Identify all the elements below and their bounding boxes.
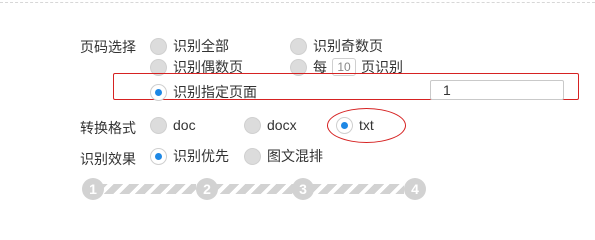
radio-docx[interactable]: docx: [244, 116, 297, 134]
radio-txt[interactable]: txt: [336, 116, 374, 134]
radio-odd-pages[interactable]: 识别奇数页: [290, 37, 383, 55]
radio-doc[interactable]: doc: [150, 116, 196, 134]
step-connector: [98, 184, 196, 194]
specified-pages-input[interactable]: [430, 80, 564, 100]
radio-button[interactable]: [290, 37, 307, 55]
radio-mixed-layout[interactable]: 图文混排: [244, 147, 323, 165]
option-label: doc: [173, 117, 196, 133]
option-label: 识别指定页面: [173, 84, 257, 100]
option-label: docx: [267, 117, 297, 133]
step-4-indicator: 4: [404, 178, 426, 200]
progress-stepper: 1 2 3 4: [80, 178, 430, 200]
radio-all-pages[interactable]: 识别全部: [150, 37, 229, 55]
radio-recognition-first[interactable]: 识别优先: [150, 147, 229, 165]
step-3-indicator: 3: [292, 178, 314, 200]
step-1-indicator: 1: [82, 178, 104, 200]
option-label: 识别全部: [173, 38, 229, 54]
radio-button[interactable]: [150, 116, 167, 134]
radio-button[interactable]: [150, 37, 167, 55]
radio-button[interactable]: [244, 116, 261, 134]
radio-button-checked[interactable]: [150, 83, 167, 101]
option-label: txt: [359, 117, 374, 133]
top-divider: [0, 2, 595, 3]
option-label: 识别奇数页: [313, 38, 383, 54]
step-connector: [312, 184, 404, 194]
radio-button-checked[interactable]: [150, 147, 167, 165]
radio-button[interactable]: [244, 147, 261, 165]
page-range-label: 页码选择: [80, 39, 136, 55]
recognition-label: 识别效果: [80, 151, 136, 167]
step-2-indicator: 2: [196, 178, 218, 200]
format-label: 转换格式: [80, 120, 136, 136]
option-label: 图文混排: [267, 148, 323, 164]
radio-specified-pages[interactable]: 识别指定页面: [150, 83, 257, 101]
radio-button-checked[interactable]: [336, 116, 353, 134]
option-label: 识别优先: [173, 148, 229, 164]
